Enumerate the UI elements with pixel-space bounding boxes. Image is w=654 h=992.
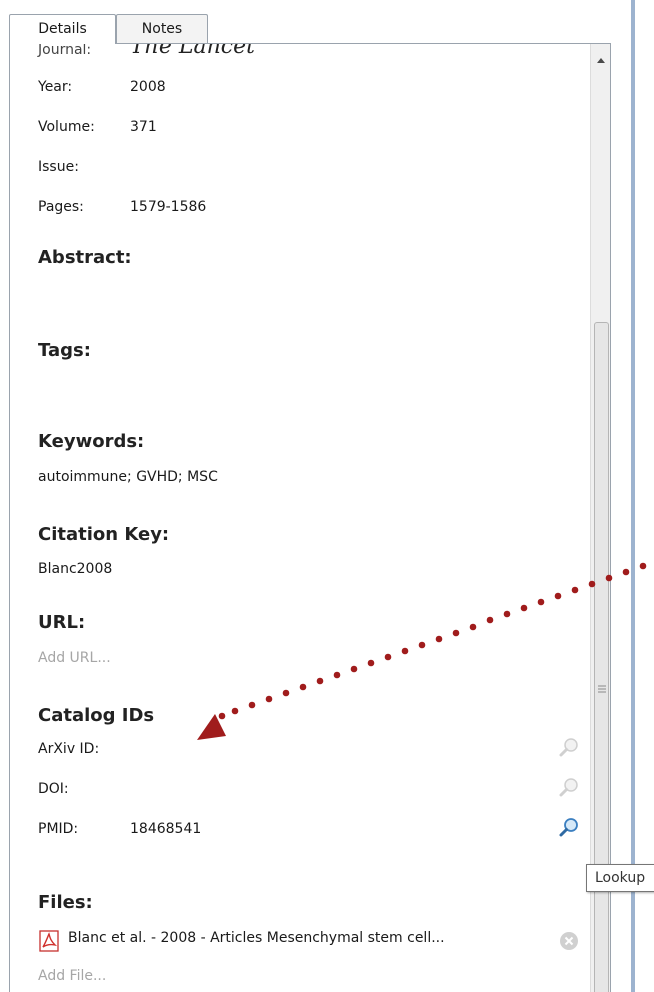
arxiv-id-label: ArXiv ID: (38, 741, 100, 757)
grip-icon (598, 685, 606, 693)
scroll-up-arrow-icon[interactable] (596, 56, 606, 64)
arxiv-lookup-magnifier-icon[interactable] (558, 737, 580, 759)
keywords-value[interactable]: autoimmune; GVHD; MSC (38, 469, 218, 485)
pmid-lookup-magnifier-icon[interactable] (558, 817, 580, 839)
pages-label: Pages: (38, 199, 84, 215)
pdf-icon (39, 930, 59, 952)
keywords-heading: Keywords: (38, 431, 145, 452)
year-value[interactable]: 2008 (130, 79, 166, 95)
doi-label: DOI: (38, 781, 69, 797)
volume-label: Volume: (38, 119, 95, 135)
lookup-tooltip: Lookup (586, 864, 654, 892)
year-label: Year: (38, 79, 73, 95)
journal-label: Journal: (38, 44, 92, 58)
details-panel: Journal: The Lancet Year: 2008 Volume: 3… (9, 43, 611, 992)
add-file-link[interactable]: Add File... (38, 968, 106, 984)
remove-file-close-icon[interactable] (559, 931, 579, 951)
url-heading: URL: (38, 612, 86, 633)
tab-bar: Details Notes (0, 0, 654, 44)
issue-label: Issue: (38, 159, 79, 175)
tab-notes[interactable]: Notes (116, 14, 208, 44)
tab-details[interactable]: Details (9, 14, 116, 44)
file-name-link[interactable]: Blanc et al. - 2008 - Articles Mesenchym… (68, 930, 445, 946)
window-edge-line (631, 0, 635, 992)
vertical-scrollbar[interactable] (590, 44, 610, 992)
catalog-ids-heading: Catalog IDs (38, 705, 155, 726)
volume-value[interactable]: 371 (130, 119, 157, 135)
citation-key-value[interactable]: Blanc2008 (38, 561, 112, 577)
pmid-value[interactable]: 18468541 (130, 821, 201, 837)
details-content: Journal: The Lancet Year: 2008 Volume: 3… (10, 44, 590, 992)
citation-key-heading: Citation Key: (38, 524, 170, 545)
files-heading: Files: (38, 892, 93, 913)
abstract-heading: Abstract: (38, 247, 132, 268)
pmid-label: PMID: (38, 821, 79, 837)
journal-value[interactable]: The Lancet (130, 44, 255, 59)
add-url-field[interactable]: Add URL... (38, 650, 111, 666)
pages-value[interactable]: 1579-1586 (130, 199, 206, 215)
tags-heading: Tags: (38, 340, 91, 361)
doi-lookup-magnifier-icon[interactable] (558, 777, 580, 799)
